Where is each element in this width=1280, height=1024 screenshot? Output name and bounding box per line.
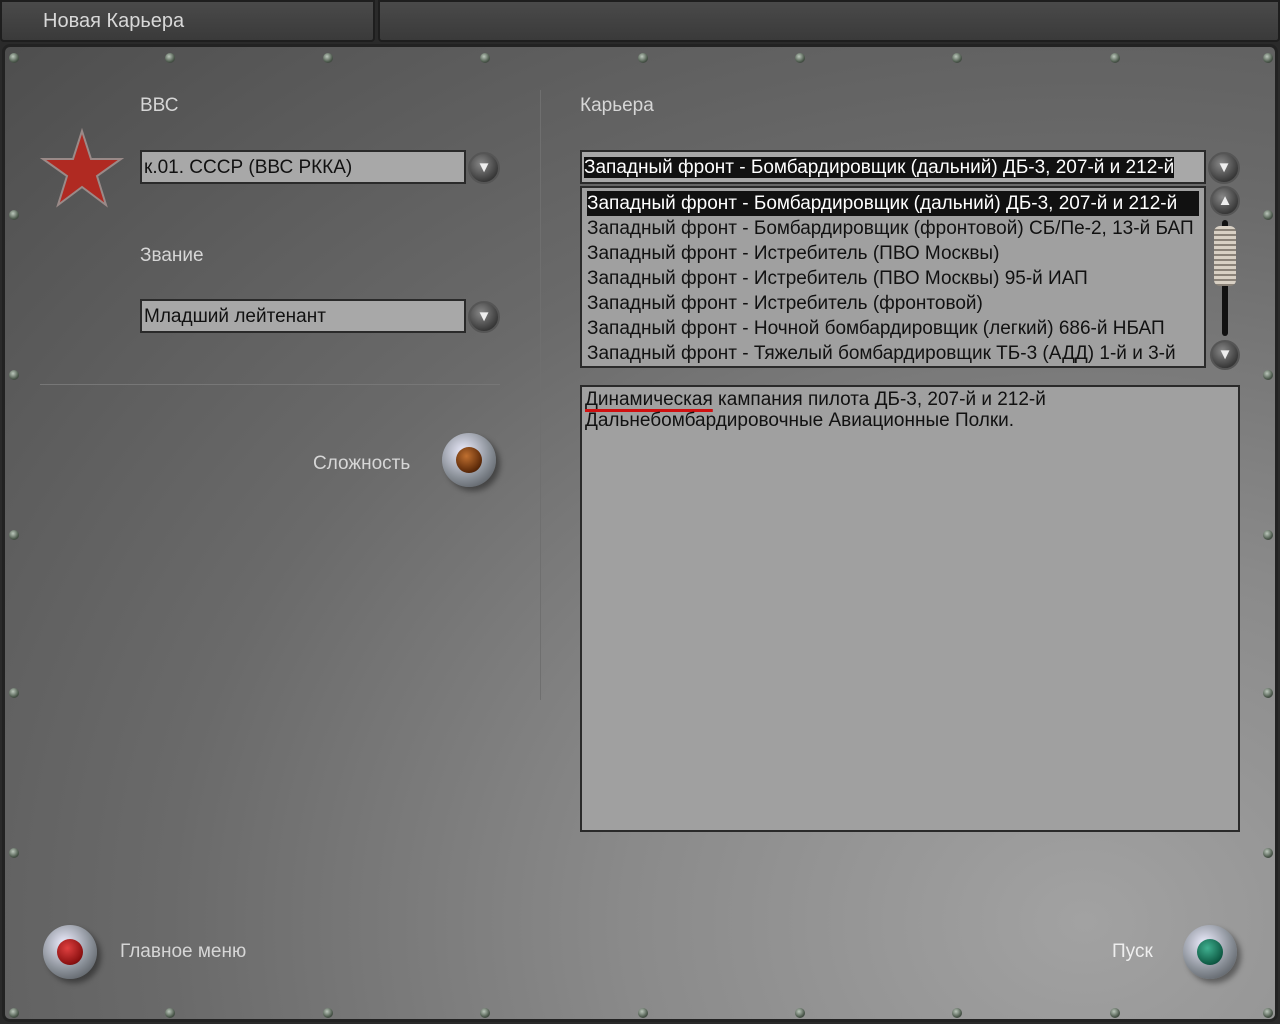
career-label: Карьера (580, 95, 654, 116)
screw-icon (952, 53, 962, 63)
red-star-icon (40, 128, 124, 208)
screw-icon (1263, 1008, 1273, 1018)
list-item[interactable]: Западный фронт - Истребитель (фронтовой) (587, 291, 1199, 316)
tab-new-career: Новая Карьера (0, 0, 375, 42)
career-list[interactable]: Западный фронт - Бомбардировщик (дальний… (580, 186, 1206, 368)
rank-dropdown-button[interactable]: ▼ (468, 301, 500, 333)
description-underlined-word: Динамическая (585, 389, 713, 410)
screw-icon (1110, 1008, 1120, 1018)
screw-icon (1263, 530, 1273, 540)
career-selected-value: Западный фронт - Бомбардировщик (дальний… (584, 157, 1175, 178)
main-menu-button[interactable] (43, 925, 97, 979)
screw-icon (1263, 370, 1273, 380)
list-item[interactable]: Западный фронт - Истребитель (ПВО Москвы… (587, 241, 1199, 266)
start-label[interactable]: Пуск (1112, 941, 1153, 963)
list-item[interactable]: Западный фронт - Ночной бомбардировщик (… (587, 316, 1199, 341)
screw-icon (1263, 210, 1273, 220)
rank-select[interactable]: Младший лейтенант (140, 299, 466, 333)
list-item[interactable]: Западный фронт - Истребитель (ПВО Москвы… (587, 266, 1199, 291)
red-lamp-icon (57, 939, 83, 965)
screw-icon (9, 530, 19, 540)
list-item[interactable]: Западный фронт - Тяжелый бомбардировщик … (587, 341, 1199, 366)
green-lamp-icon (1197, 939, 1223, 965)
screw-icon (1263, 848, 1273, 858)
list-item[interactable]: Западный фронт - Бомбардировщик (фронтов… (587, 216, 1199, 241)
title-bar-filler (378, 0, 1280, 42)
amber-lamp-icon (456, 447, 482, 473)
screw-icon (9, 688, 19, 698)
screw-icon (638, 1008, 648, 1018)
difficulty-button[interactable] (442, 433, 496, 487)
career-select[interactable]: Западный фронт - Бомбардировщик (дальний… (580, 150, 1206, 184)
screw-icon (323, 1008, 333, 1018)
screw-icon (638, 53, 648, 63)
screw-icon (9, 1008, 19, 1018)
screw-icon (480, 1008, 490, 1018)
start-button[interactable] (1183, 925, 1237, 979)
career-list-scrollbar[interactable]: ▲ ▼ (1210, 186, 1240, 370)
career-description: Динамическая кампания пилота ДБ-3, 207-й… (580, 385, 1240, 832)
scroll-up-button[interactable]: ▲ (1210, 186, 1240, 216)
screw-icon (9, 210, 19, 220)
screw-icon (1110, 53, 1120, 63)
scroll-thumb[interactable] (1214, 226, 1236, 286)
main-menu-label[interactable]: Главное меню (120, 941, 246, 963)
air-force-dropdown-button[interactable]: ▼ (468, 152, 500, 184)
career-dropdown-button[interactable]: ▼ (1208, 152, 1240, 184)
scroll-down-button[interactable]: ▼ (1210, 340, 1240, 370)
list-item[interactable]: Западный фронт - Бомбардировщик (дальний… (587, 191, 1199, 216)
rank-label: Звание (140, 245, 204, 266)
screw-icon (1263, 53, 1273, 63)
window-title: Новая Карьера (43, 10, 185, 32)
screw-icon (1263, 688, 1273, 698)
screw-icon (480, 53, 490, 63)
screw-icon (795, 53, 805, 63)
screw-icon (9, 848, 19, 858)
screw-icon (9, 53, 19, 63)
screw-icon (9, 370, 19, 380)
divider-horizontal (40, 384, 500, 385)
screw-icon (165, 1008, 175, 1018)
screw-icon (795, 1008, 805, 1018)
air-force-label: ВВС (140, 95, 179, 116)
screw-icon (165, 53, 175, 63)
divider-vertical (540, 90, 541, 700)
air-force-select[interactable]: к.01. СССР (ВВС РККА) (140, 150, 466, 184)
screw-icon (323, 53, 333, 63)
difficulty-label: Сложность (313, 453, 411, 474)
screw-icon (952, 1008, 962, 1018)
